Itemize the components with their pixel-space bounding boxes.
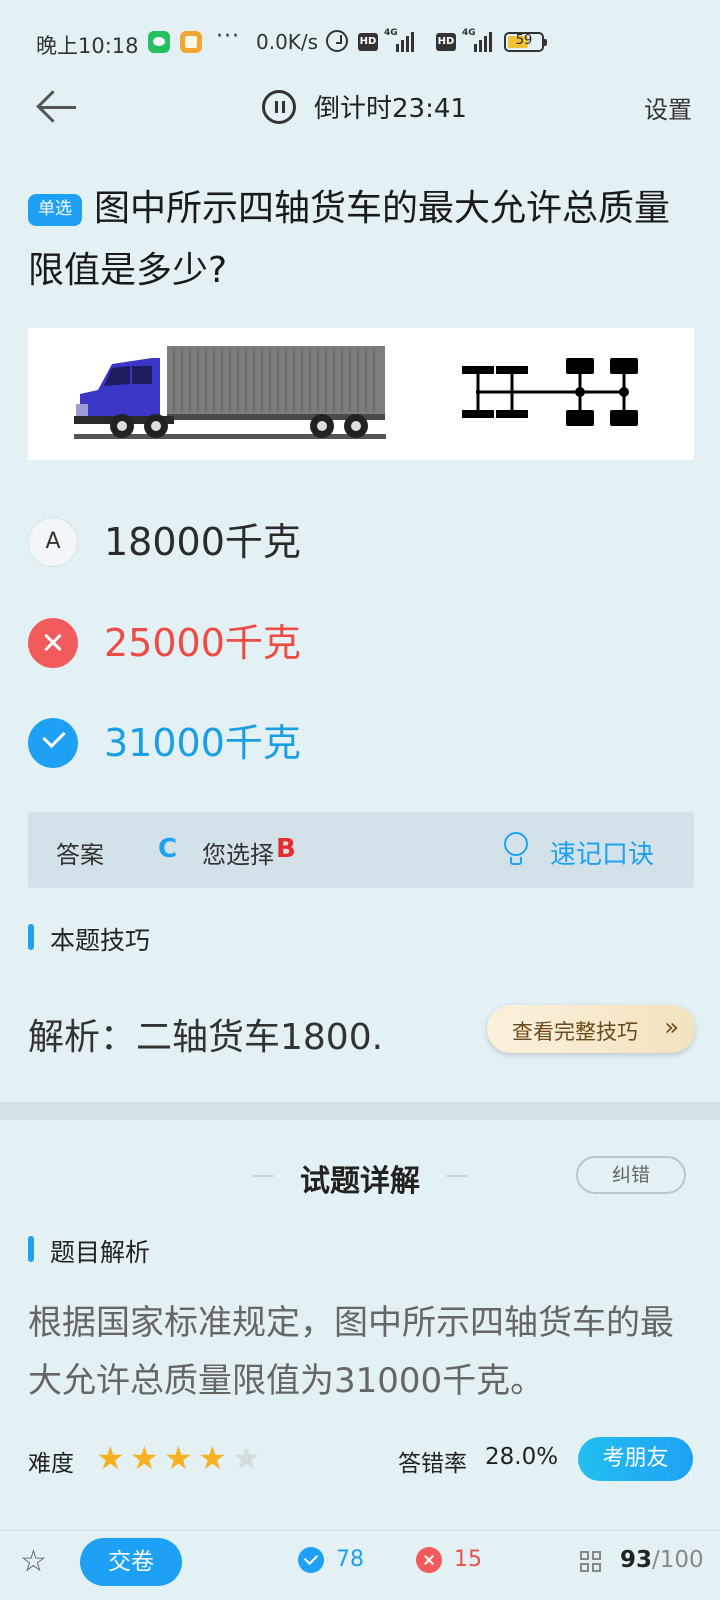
check-circle-icon xyxy=(298,1547,324,1573)
view-full-tips-button[interactable]: 查看完整技巧 » xyxy=(487,1005,695,1053)
status-time: 晚上10:18 xyxy=(36,34,139,58)
mnemonic-button[interactable]: 速记口诀 xyxy=(550,834,654,871)
x-circle-icon xyxy=(416,1547,442,1573)
battery-icon: 59 xyxy=(504,32,547,52)
back-arrow-icon[interactable] xyxy=(32,82,86,132)
star-icon: ★ xyxy=(130,1439,159,1477)
pause-icon[interactable] xyxy=(262,90,296,124)
option-a-text: 18000千克 xyxy=(104,520,301,564)
signal-icon: 4G xyxy=(382,28,422,52)
star-icon: ★ xyxy=(198,1439,227,1477)
star-icon: ★ xyxy=(164,1439,193,1477)
tips-title: 本题技巧 xyxy=(50,926,151,955)
question-text: 图中所示四轴货车的最大允许总质量限值是多少? xyxy=(28,188,671,291)
analysis-text: 根据国家标准规定，图中所示四轴货车的最大允许总质量限值为31000千克。 xyxy=(28,1303,674,1401)
alarm-icon xyxy=(326,30,348,52)
question-text-block: 单选 图中所示四轴货车的最大允许总质量限值是多少? xyxy=(28,178,698,302)
grid-icon[interactable] xyxy=(580,1551,602,1573)
double-chevron-icon: » xyxy=(664,1013,679,1041)
hd-icon: HD xyxy=(358,33,378,51)
question-progress[interactable]: 93/100 xyxy=(620,1547,704,1573)
hd-icon-2: HD xyxy=(436,33,456,51)
your-choice: B xyxy=(276,834,296,864)
tips-preview: 解析：二轴货车1800. xyxy=(28,1017,384,1058)
option-c-text: 31000千克 xyxy=(104,721,301,765)
your-choice-label: 您选择 xyxy=(202,841,274,869)
question-type-tag: 单选 xyxy=(28,194,82,226)
report-error-button[interactable]: 纠错 xyxy=(576,1156,686,1194)
section-marker xyxy=(28,924,34,950)
signal-icon-2: 4G xyxy=(460,28,500,52)
question-image xyxy=(28,328,694,460)
option-c[interactable]: 31000千克 xyxy=(28,711,688,775)
option-a-letter: A xyxy=(28,517,78,567)
section-divider xyxy=(0,1102,720,1120)
star-outline-icon[interactable]: ☆ xyxy=(20,1545,47,1579)
star-icon: ★ xyxy=(232,1439,261,1477)
answer-label: 答案 xyxy=(56,841,104,869)
correct-answer: C xyxy=(158,834,178,864)
wechat-icon xyxy=(148,31,170,53)
settings-button[interactable]: 设置 xyxy=(644,90,692,125)
option-a[interactable]: A 18000千克 xyxy=(28,510,688,574)
truck-illustration xyxy=(74,346,638,439)
star-icon: ★ xyxy=(96,1439,125,1477)
option-b[interactable]: 25000千克 xyxy=(28,611,688,675)
more-notifications-icon: ··· xyxy=(216,24,240,49)
network-speed: 0.0K/s xyxy=(256,30,319,54)
bottom-bar: ☆ 交卷 78 15 93/100 xyxy=(0,1530,720,1600)
wrong-mark-icon xyxy=(28,618,78,668)
lightbulb-icon[interactable] xyxy=(504,832,528,868)
analysis-title: 题目解析 xyxy=(50,1238,151,1267)
difficulty-label: 难度 xyxy=(28,1451,74,1477)
submit-exam-button[interactable]: 交卷 xyxy=(80,1538,182,1586)
answer-bar: 答案 C 您选择 B 速记口诀 xyxy=(28,812,694,888)
check-mark-icon xyxy=(28,718,78,768)
top-bar: 倒计时23:41 设置 xyxy=(0,70,720,146)
error-rate-value: 28.0% xyxy=(485,1444,559,1470)
option-b-text: 25000千克 xyxy=(104,621,301,665)
error-rate-label: 答错率 xyxy=(398,1451,467,1477)
challenge-friend-button[interactable]: 考朋友 xyxy=(578,1437,693,1481)
countdown-timer: 倒计时23:41 xyxy=(314,94,467,124)
section-marker-2 xyxy=(28,1236,34,1262)
gallery-icon xyxy=(180,31,202,53)
